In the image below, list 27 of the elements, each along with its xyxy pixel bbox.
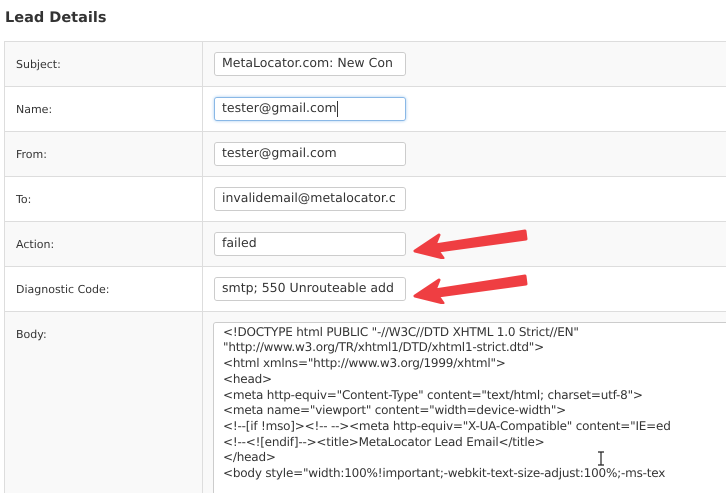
field-label: From: [16, 148, 47, 161]
section-title: Lead Details [5, 9, 106, 28]
code-line: <meta name="viewport" content="width=device-width"> [223, 403, 566, 419]
field-label: To: [16, 192, 32, 206]
text-field[interactable]: tester@gmail.com [214, 96, 406, 121]
code-line: <body style="width:100%!important;-webkit-text-size-adjust:100%;-ms-tex [223, 466, 666, 482]
code-line: "http://www.w3.org/TR/xhtml1/DTD/xhtml1-strict.dtd"> [223, 340, 544, 356]
code-line: <html xmlns="http://www.w3.org/1999/xhtml"> [223, 356, 506, 372]
field-label: Action: [16, 238, 54, 251]
field-label: Name: [16, 102, 52, 116]
body-textarea[interactable] [213, 322, 726, 493]
text-field[interactable]: tester@gmail.com [214, 142, 406, 166]
field-label: Body: [16, 328, 47, 341]
text-field[interactable]: smtp; 550 Unrouteable add [214, 276, 406, 301]
code-line: <meta http-equiv="Content-Type" content="text/html; charset=utf-8"> [223, 388, 643, 404]
text-field[interactable]: invalidemail@metalocator.c [214, 186, 406, 211]
field-label: Subject: [16, 58, 61, 71]
code-line: <!--<![endif]--><title>MetaLocator Lead Email</title> [223, 434, 545, 450]
code-line: </head> [223, 450, 276, 466]
code-line: <head> [223, 372, 272, 388]
text-cursor-icon [597, 450, 605, 466]
code-line: <!--[if !mso]><!-- --><meta http-equiv="X-UA-Compatible" content="IE=ed [223, 418, 671, 435]
text-caret [336, 100, 338, 117]
field-label: Diagnostic Code: [16, 282, 110, 296]
text-field[interactable]: MetaLocator.com: New Con [214, 52, 406, 76]
code-line: <!DOCTYPE html PUBLIC "-//W3C//DTD XHTML 1.0 Strict//EN" [223, 324, 579, 340]
text-field[interactable]: failed [214, 232, 406, 256]
